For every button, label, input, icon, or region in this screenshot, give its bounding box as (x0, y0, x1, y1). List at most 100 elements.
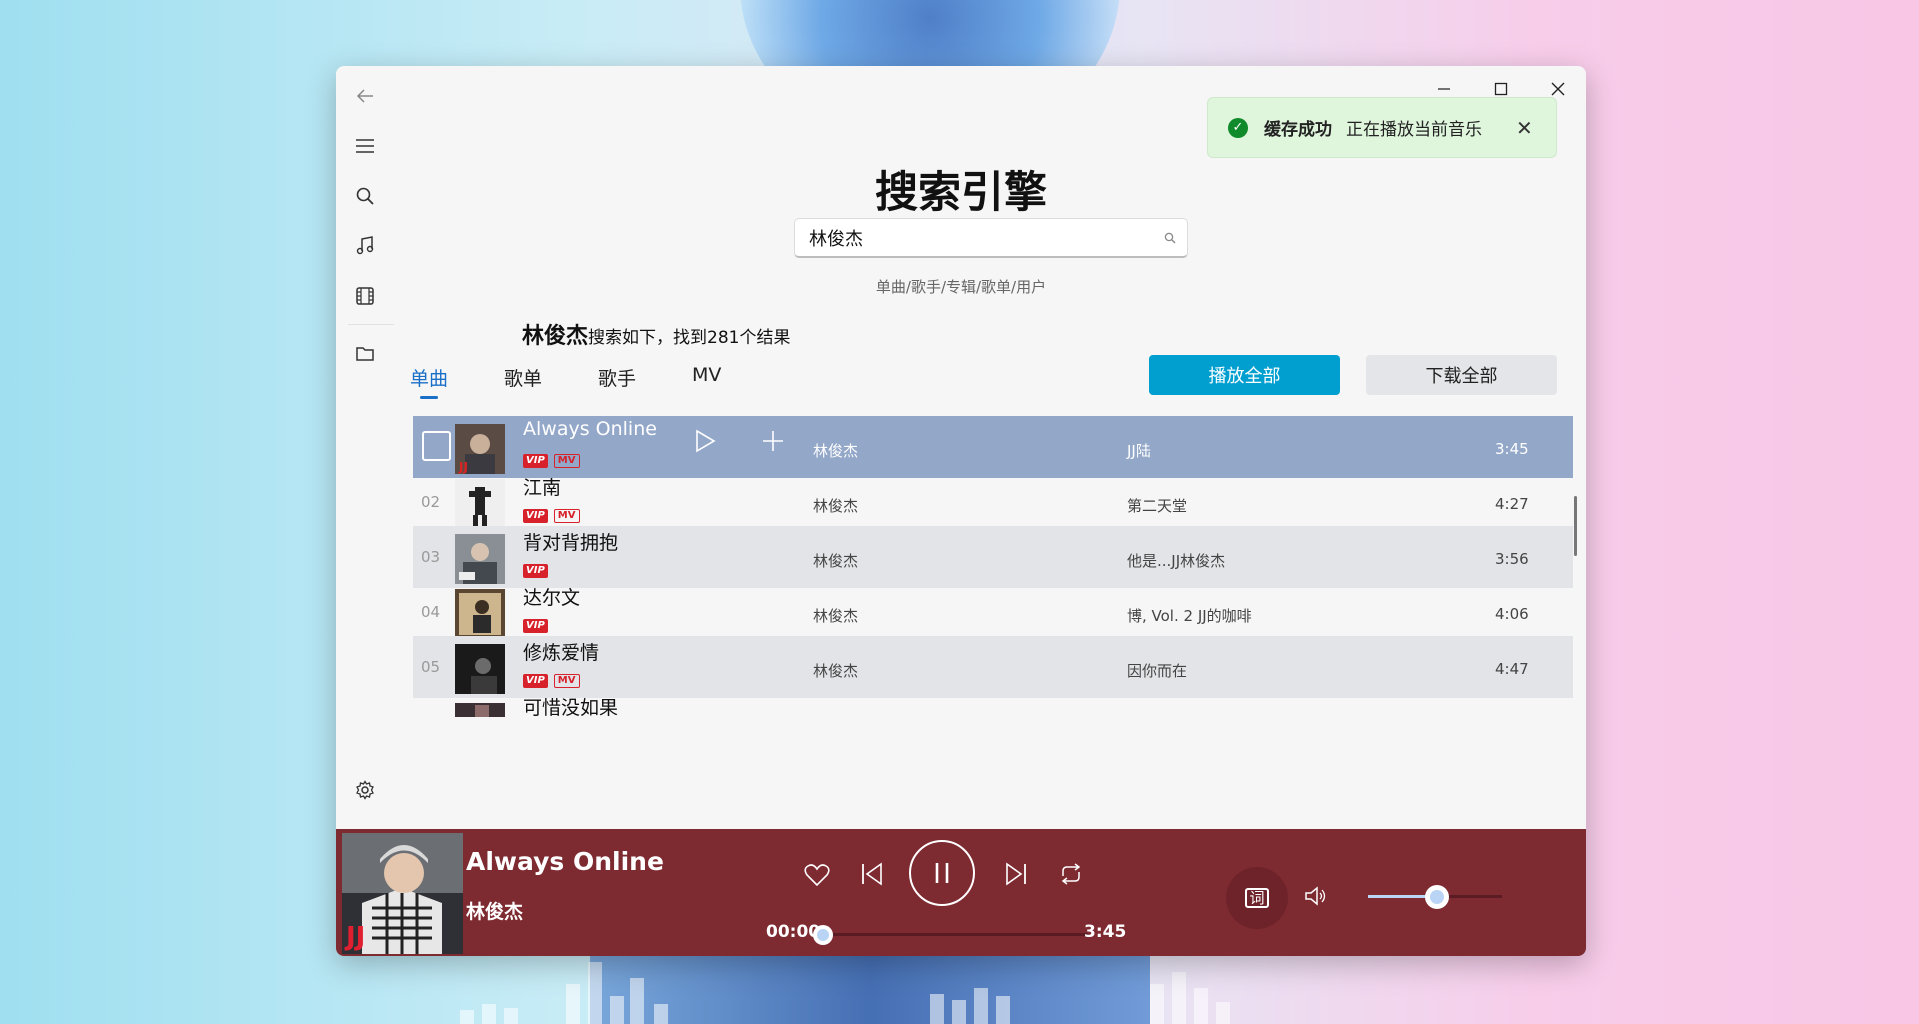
vip-badge: VIP (523, 564, 548, 578)
album-cover (455, 644, 505, 694)
song-name: 背对背拥抱 (523, 532, 619, 554)
next-button[interactable] (1004, 861, 1028, 887)
lyrics-button[interactable]: 词 (1226, 867, 1288, 929)
song-number: 04 (421, 603, 441, 621)
song-duration: 4:47 (1495, 660, 1529, 678)
song-singer[interactable]: 林俊杰 (813, 440, 858, 461)
toast-close-icon[interactable]: ✕ (1516, 116, 1533, 140)
result-keyword: 林俊杰 (522, 324, 589, 349)
add-song-icon[interactable] (761, 428, 785, 461)
tab-playlists[interactable]: 歌单 (504, 364, 598, 391)
toast-notification: ✓ 缓存成功 正在播放当前音乐 ✕ (1207, 97, 1557, 158)
play-all-button[interactable]: 播放全部 (1149, 355, 1340, 395)
like-button[interactable] (804, 863, 830, 887)
search-icon[interactable] (1153, 232, 1187, 244)
song-duration: 3:56 (1495, 550, 1529, 568)
tab-singles[interactable]: 单曲 (410, 364, 504, 399)
toast-message: 正在播放当前音乐 (1346, 120, 1482, 140)
now-playing-title: Always Online (466, 847, 664, 876)
now-playing-artist: 林俊杰 (466, 901, 524, 923)
song-duration: 4:06 (1495, 605, 1529, 623)
song-number: 05 (421, 658, 441, 676)
song-singer[interactable]: 林俊杰 (813, 660, 858, 681)
list-scrollbar[interactable] (1574, 496, 1577, 556)
volume-button[interactable] (1304, 885, 1328, 907)
app-window: ✓ 缓存成功 正在播放当前音乐 ✕ 搜索引擎 单曲/歌手/专辑/歌单/用户 林俊… (336, 66, 1586, 956)
song-duration: 3:45 (1495, 440, 1529, 458)
song-singer[interactable]: 林俊杰 (813, 605, 858, 626)
close-icon (1551, 82, 1564, 96)
search-input[interactable] (795, 227, 1153, 248)
result-summary: 林俊杰搜索如下，找到281个结果 (522, 318, 790, 350)
song-album[interactable]: 因你而在 (1127, 660, 1187, 681)
mv-badge[interactable]: MV (553, 454, 580, 468)
song-number: 02 (421, 493, 441, 511)
speaker-icon (1305, 886, 1326, 906)
repeat-button[interactable] (1058, 862, 1084, 886)
hamburger-icon (356, 139, 374, 153)
arrow-left-icon (356, 89, 373, 103)
toast-title: 缓存成功 (1264, 120, 1332, 140)
row-checkbox[interactable] (422, 431, 451, 461)
progress-knob[interactable] (813, 925, 833, 945)
song-name: 达尔文 (523, 587, 581, 609)
skip-next-icon (1006, 862, 1026, 886)
song-row[interactable]: 02 江南 VIP MV 林俊杰 第二天堂 4:27 (413, 471, 1573, 533)
tab-indicator (420, 396, 438, 399)
total-time: 3:45 (1084, 922, 1127, 942)
mv-badge[interactable]: MV (553, 509, 580, 523)
page-title: 搜索引擎 (875, 168, 1047, 218)
progress-track[interactable] (824, 933, 1088, 936)
now-playing-cover[interactable]: JJ (342, 833, 463, 954)
song-name: Always Online (523, 418, 657, 440)
song-name: 可惜没如果 (523, 697, 619, 719)
elapsed-time: 00:00 (766, 922, 821, 942)
sidebar-item-local[interactable] (336, 334, 394, 374)
search-box (794, 218, 1188, 258)
search-hint: 单曲/歌手/专辑/歌单/用户 (875, 278, 1047, 296)
skip-previous-icon (862, 862, 882, 886)
tab-mv[interactable]: MV (692, 364, 786, 391)
gear-icon (356, 780, 374, 800)
mv-badge[interactable]: MV (553, 674, 580, 688)
svg-text:JJ: JJ (344, 922, 365, 952)
song-album[interactable]: 第二天堂 (1127, 495, 1187, 516)
lyrics-icon: 词 (1245, 888, 1269, 908)
pause-icon (935, 863, 949, 883)
repeat-icon (1061, 863, 1081, 885)
song-row[interactable]: 05 修炼爱情 VIP MV 林俊杰 因你而在 4:47 (413, 636, 1573, 698)
vip-badge: VIP (523, 454, 548, 468)
song-singer[interactable]: 林俊杰 (813, 495, 858, 516)
song-number: 03 (421, 548, 441, 566)
song-singer[interactable]: 林俊杰 (813, 550, 858, 571)
play-song-icon[interactable] (693, 428, 717, 461)
pause-button[interactable] (909, 840, 975, 906)
folder-icon (356, 347, 374, 361)
song-row[interactable]: JJ Always Online VIP MV 林俊杰 JJ陆 3:45 (413, 416, 1573, 478)
previous-button[interactable] (860, 861, 884, 887)
heart-icon (804, 864, 830, 887)
album-cover (455, 589, 505, 639)
sidebar-item-music[interactable] (336, 226, 394, 266)
album-cover (455, 479, 505, 529)
song-album[interactable]: JJ陆 (1127, 440, 1151, 461)
back-button[interactable] (336, 76, 394, 116)
sidebar-divider (348, 324, 394, 325)
song-album[interactable]: 博, Vol. 2 JJ的咖啡 (1127, 605, 1252, 626)
song-row[interactable]: 03 背对背拥抱 VIP 林俊杰 他是...JJ林俊杰 3:56 (413, 526, 1573, 588)
album-cover (455, 703, 505, 717)
song-row[interactable]: 可惜没如果 (413, 691, 1573, 753)
album-cover: JJ (455, 424, 505, 474)
tab-singers[interactable]: 歌手 (598, 364, 692, 391)
song-row[interactable]: 04 达尔文 VIP 林俊杰 博, Vol. 2 JJ的咖啡 4:06 (413, 581, 1573, 643)
player-bar: JJ Always Online 林俊杰 00:00 3:45 词 (336, 829, 1586, 956)
song-album[interactable]: 他是...JJ林俊杰 (1127, 550, 1225, 571)
vip-badge: VIP (523, 509, 548, 523)
vip-badge: VIP (523, 674, 548, 688)
song-duration: 4:27 (1495, 495, 1529, 513)
song-name: 江南 (523, 477, 562, 499)
result-text: 搜索如下，找到281个结果 (588, 328, 791, 348)
settings-button[interactable] (336, 770, 394, 810)
download-all-button[interactable]: 下载全部 (1366, 355, 1557, 395)
volume-knob[interactable] (1425, 885, 1449, 909)
